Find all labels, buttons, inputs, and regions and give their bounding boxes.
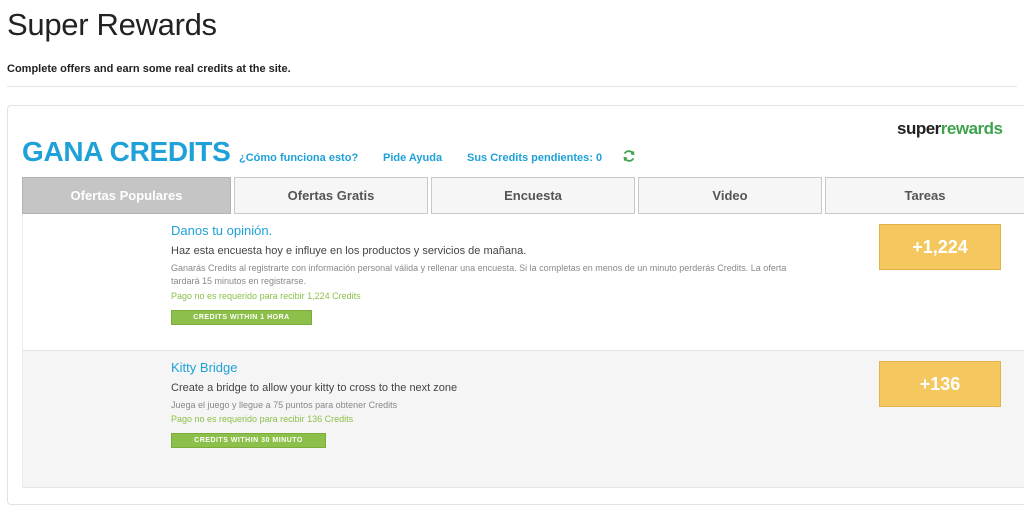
logo-part-super: super — [897, 119, 941, 138]
tab-tareas[interactable]: Tareas — [825, 177, 1024, 214]
credit-time-badge: CREDITS WITHIN 1 HORA — [171, 310, 312, 325]
divider — [7, 86, 1017, 87]
offer-item[interactable]: Kitty Bridge Create a bridge to allow yo… — [22, 351, 1024, 488]
offer-payment-note: Pago no es requerido para recibir 136 Cr… — [171, 414, 354, 424]
page-title: Super Rewards — [7, 7, 217, 42]
offer-amount-button[interactable]: +136 — [879, 361, 1001, 407]
offer-tabs: Ofertas Populares Ofertas Gratis Encuest… — [22, 177, 1024, 214]
offer-title[interactable]: Kitty Bridge — [171, 360, 237, 375]
offer-headline: Haz esta encuesta hoy e influye en los p… — [171, 245, 527, 257]
pending-credits-link[interactable]: Sus Credits pendientes: 0 — [467, 152, 602, 164]
credit-time-badge: CREDITS WITHIN 30 MINUTO — [171, 433, 326, 448]
help-link[interactable]: Pide Ayuda — [383, 152, 442, 164]
refresh-icon[interactable] — [622, 149, 636, 163]
offer-list: Danos tu opinión. Haz esta encuesta hoy … — [22, 214, 1024, 488]
offer-item[interactable]: Danos tu opinión. Haz esta encuesta hoy … — [22, 214, 1024, 351]
tab-encuesta[interactable]: Encuesta — [431, 177, 635, 214]
offer-description: Juega el juego y llegue a 75 puntos para… — [171, 400, 398, 410]
offer-description: Ganarás Credits al registrarte con infor… — [171, 263, 787, 286]
tab-ofertas-gratis[interactable]: Ofertas Gratis — [234, 177, 428, 214]
how-it-works-link[interactable]: ¿Cómo funciona esto? — [239, 152, 358, 164]
logo-part-rewards: rewards — [940, 119, 1003, 138]
offer-amount-button[interactable]: +1,224 — [879, 224, 1001, 270]
offer-payment-note: Pago no es requerido para recibir 1,224 … — [171, 291, 361, 301]
tab-video[interactable]: Video — [638, 177, 822, 214]
tab-ofertas-populares[interactable]: Ofertas Populares — [22, 177, 231, 214]
offer-title[interactable]: Danos tu opinión. — [171, 223, 272, 238]
superrewards-logo: superrewards — [897, 119, 1003, 139]
page-subtitle: Complete offers and earn some real credi… — [7, 63, 291, 75]
gana-credits-title: GANA CREDITS — [22, 136, 231, 167]
offer-headline: Create a bridge to allow your kitty to c… — [171, 382, 458, 394]
